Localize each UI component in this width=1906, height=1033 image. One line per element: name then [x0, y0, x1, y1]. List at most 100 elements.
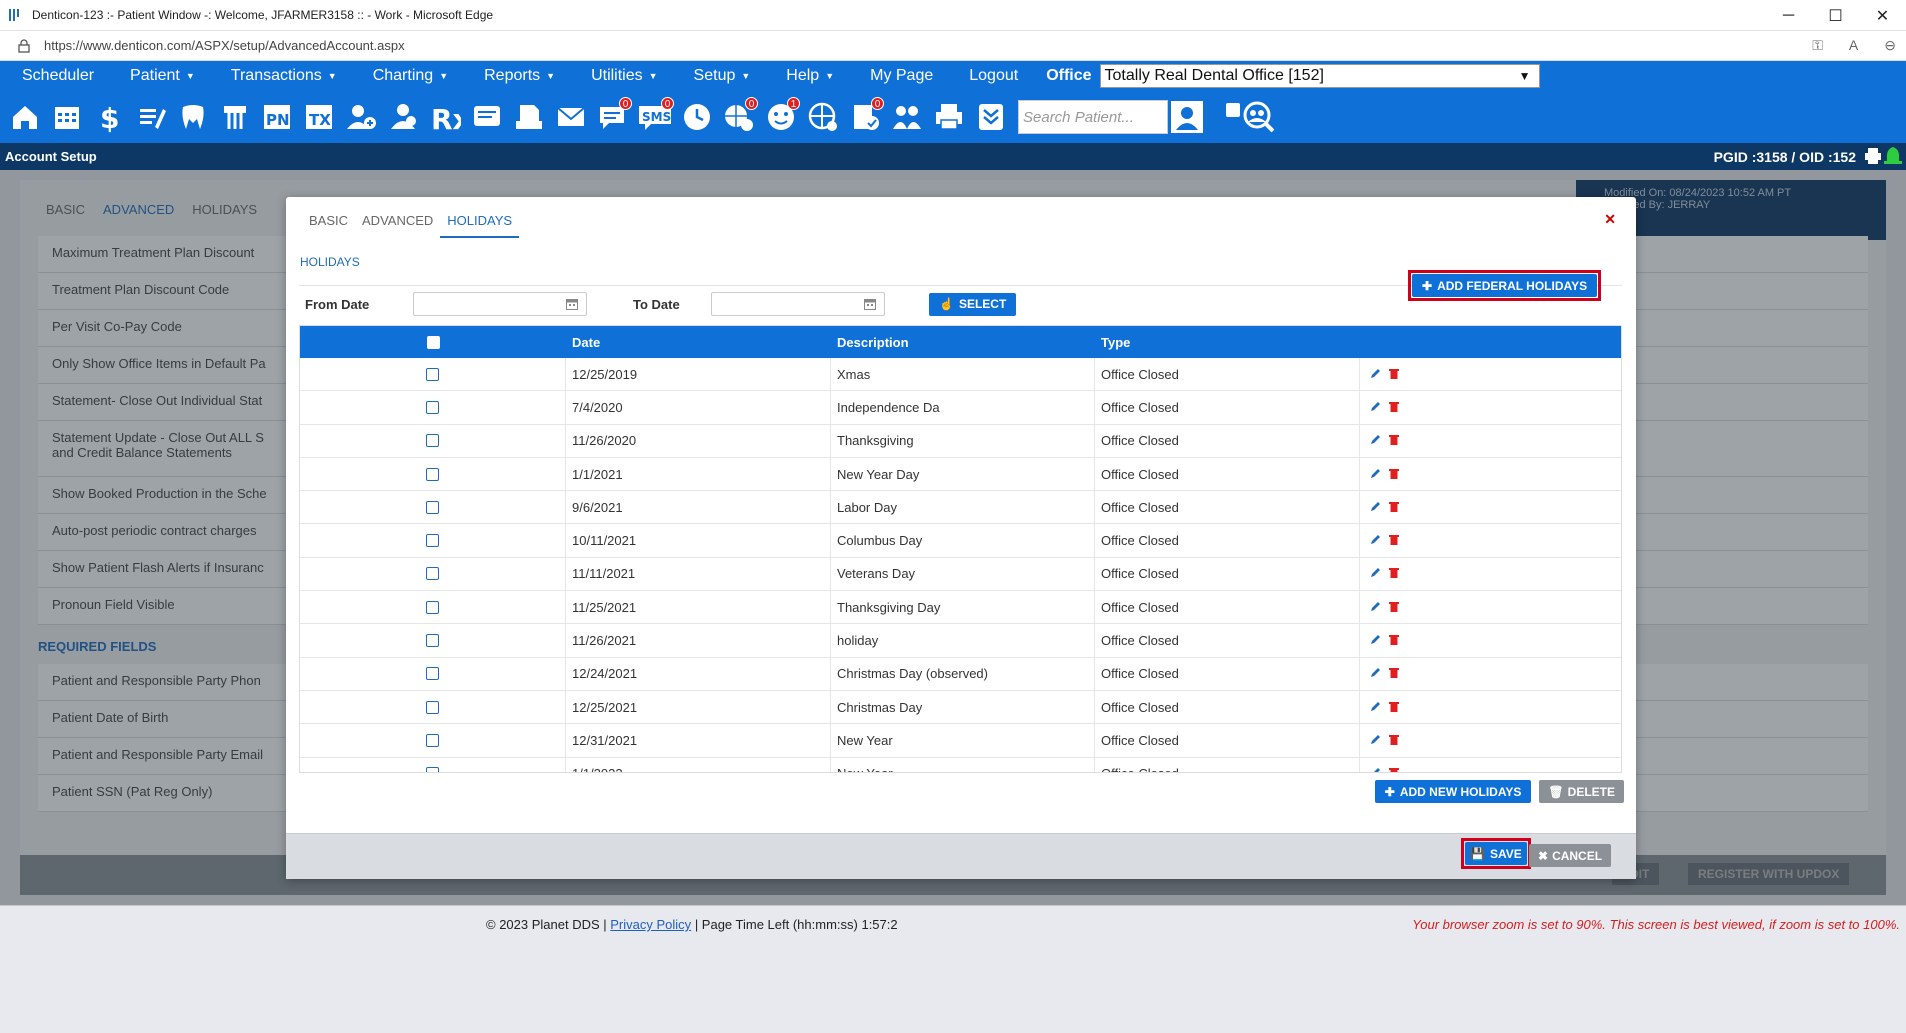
menu-reports[interactable]: Reports ▼: [462, 67, 569, 85]
to-date-input[interactable]: [711, 292, 885, 316]
clock-icon[interactable]: [678, 97, 716, 137]
key-icon[interactable]: ⚿: [1812, 37, 1823, 54]
menu-help[interactable]: Help ▼: [764, 67, 848, 85]
row-checkbox[interactable]: [426, 467, 439, 481]
column-type[interactable]: Type: [1095, 326, 1360, 358]
edit-pencil-icon[interactable]: [1370, 766, 1381, 772]
delete-trash-icon[interactable]: [1389, 766, 1399, 772]
select-all-checkbox[interactable]: [426, 335, 440, 349]
row-checkbox[interactable]: [426, 767, 439, 772]
close-icon[interactable]: ✕: [1604, 211, 1616, 228]
maximize-icon[interactable]: ☐: [1812, 0, 1859, 31]
menu-scheduler[interactable]: Scheduler: [0, 67, 108, 85]
read-aloud-icon[interactable]: A: [1849, 37, 1858, 54]
edit-pencil-icon[interactable]: [1370, 533, 1381, 548]
edit-pencil-icon[interactable]: [1370, 433, 1381, 448]
notification-bell-icon[interactable]: [1882, 145, 1904, 170]
delete-trash-icon[interactable]: [1389, 633, 1399, 648]
pen-note-icon[interactable]: [132, 97, 170, 137]
row-checkbox[interactable]: [426, 500, 439, 514]
delete-trash-icon[interactable]: [1389, 467, 1399, 482]
url-text[interactable]: https://www.denticon.com/ASPX/setup/Adva…: [44, 38, 405, 53]
office-select[interactable]: Totally Real Dental Office [152] ▼: [1099, 64, 1540, 88]
edit-pencil-icon[interactable]: [1370, 733, 1381, 748]
edit-pencil-icon[interactable]: [1370, 500, 1381, 515]
group-users-icon[interactable]: [888, 97, 926, 137]
modal-tab-basic[interactable]: BASIC: [302, 209, 355, 238]
email-icon[interactable]: [552, 97, 590, 137]
row-checkbox[interactable]: [426, 600, 439, 614]
row-checkbox[interactable]: [426, 700, 439, 714]
row-checkbox[interactable]: [426, 400, 439, 414]
zoom-icon[interactable]: ⊖: [1884, 37, 1896, 54]
print-icon[interactable]: [1864, 147, 1882, 168]
delete-trash-icon[interactable]: [1389, 533, 1399, 548]
row-checkbox[interactable]: [426, 567, 439, 581]
add-new-holidays-button[interactable]: ✚ ADD NEW HOLIDAYS: [1374, 780, 1532, 803]
edit-pencil-icon[interactable]: [1370, 633, 1381, 648]
tooth-chart-icon[interactable]: [174, 97, 212, 137]
row-checkbox[interactable]: [426, 367, 439, 381]
family-search-icon[interactable]: [1240, 97, 1278, 137]
treatment-plan-icon[interactable]: TX: [300, 97, 338, 137]
save-button[interactable]: 💾 SAVE: [1465, 842, 1527, 865]
toolbar-checkbox[interactable]: [1226, 103, 1240, 117]
menu-transactions[interactable]: Transactions ▼: [209, 67, 351, 85]
implant-icon[interactable]: [216, 97, 254, 137]
delete-trash-icon[interactable]: [1389, 566, 1399, 581]
calendar-icon[interactable]: [864, 298, 876, 313]
modal-tab-advanced[interactable]: ADVANCED: [355, 209, 440, 238]
alert-face-icon[interactable]: 1: [762, 97, 800, 137]
add-patient-icon[interactable]: [342, 97, 380, 137]
add-family-icon[interactable]: [384, 97, 422, 137]
menu-setup[interactable]: Setup ▼: [672, 67, 765, 85]
row-checkbox[interactable]: [426, 733, 439, 747]
cancel-button[interactable]: ✖ CANCEL: [1529, 844, 1612, 867]
edit-pencil-icon[interactable]: [1370, 600, 1381, 615]
progress-notes-icon[interactable]: PN: [258, 97, 296, 137]
delete-trash-icon[interactable]: [1389, 500, 1399, 515]
edit-pencil-icon[interactable]: [1370, 566, 1381, 581]
calendar-icon[interactable]: [48, 97, 86, 137]
document-print-icon[interactable]: [510, 97, 548, 137]
prescription-icon[interactable]: Rx: [426, 97, 464, 137]
delete-trash-icon[interactable]: [1389, 666, 1399, 681]
privacy-policy-link[interactable]: Privacy Policy: [610, 917, 691, 932]
patient-search-icon[interactable]: [1168, 97, 1206, 137]
calendar-icon[interactable]: [566, 298, 578, 313]
edit-pencil-icon[interactable]: [1370, 367, 1381, 382]
minimize-icon[interactable]: ─: [1765, 0, 1812, 31]
delete-trash-icon[interactable]: [1389, 733, 1399, 748]
close-window-icon[interactable]: ✕: [1859, 0, 1906, 31]
menu-patient[interactable]: Patient ▼: [108, 67, 209, 85]
printer-icon[interactable]: [930, 97, 968, 137]
delete-button[interactable]: 🗑 DELETE: [1539, 780, 1624, 803]
edit-pencil-icon[interactable]: [1370, 666, 1381, 681]
globe-user-icon[interactable]: 0: [720, 97, 758, 137]
column-description[interactable]: Description: [831, 326, 1095, 358]
delete-trash-icon[interactable]: [1389, 600, 1399, 615]
chat-message-icon[interactable]: 0: [594, 97, 632, 137]
edit-pencil-icon[interactable]: [1370, 400, 1381, 415]
delete-trash-icon[interactable]: [1389, 433, 1399, 448]
row-checkbox[interactable]: [426, 634, 439, 648]
address-bar[interactable]: https://www.denticon.com/ASPX/setup/Adva…: [0, 31, 1906, 61]
column-date[interactable]: Date: [566, 326, 831, 358]
row-checkbox[interactable]: [426, 534, 439, 548]
add-federal-holidays-button[interactable]: ✚ ADD FEDERAL HOLIDAYS: [1412, 274, 1598, 297]
message-note-icon[interactable]: [468, 97, 506, 137]
row-checkbox[interactable]: [426, 667, 439, 681]
home-icon[interactable]: [6, 97, 44, 137]
from-date-input[interactable]: [413, 292, 587, 316]
edit-pencil-icon[interactable]: [1370, 700, 1381, 715]
menu-logout[interactable]: Logout: [947, 67, 1032, 85]
menu-utilities[interactable]: Utilities ▼: [569, 67, 671, 85]
delete-trash-icon[interactable]: [1389, 700, 1399, 715]
modal-tab-holidays[interactable]: HOLIDAYS: [440, 209, 520, 238]
edit-pencil-icon[interactable]: [1370, 467, 1381, 482]
menu-my-page[interactable]: My Page: [848, 67, 947, 85]
collapse-down-icon[interactable]: [972, 97, 1010, 137]
search-patient-input[interactable]: Search Patient...: [1018, 100, 1168, 134]
dollar-icon[interactable]: $: [90, 97, 128, 137]
forms-check-icon[interactable]: 0: [846, 97, 884, 137]
